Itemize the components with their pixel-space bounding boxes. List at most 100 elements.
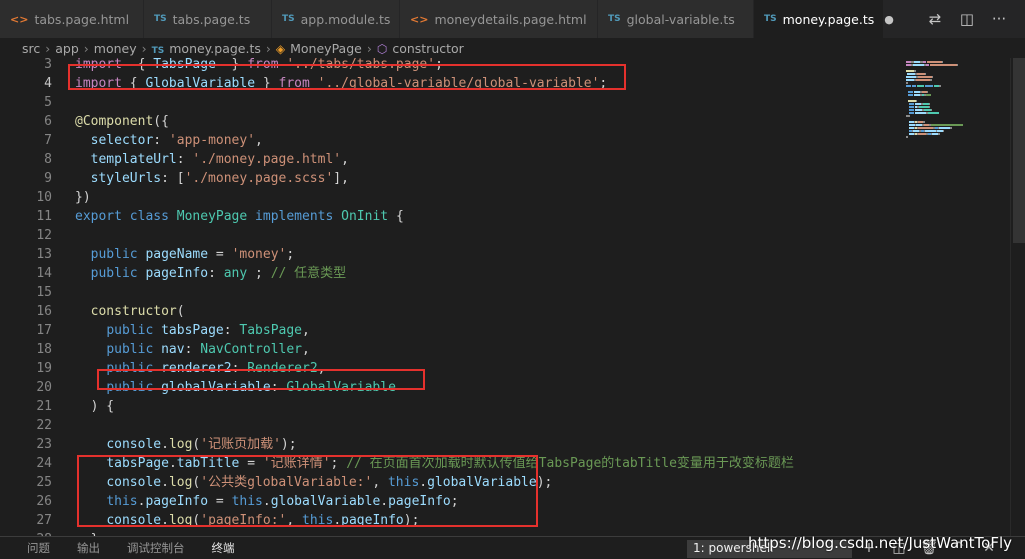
- minimap-token: [929, 103, 930, 105]
- code-line[interactable]: public pageName = 'money';: [75, 245, 295, 264]
- minimap-token: [906, 85, 911, 87]
- code-token: ({: [153, 114, 169, 129]
- minimap-token: [908, 100, 916, 102]
- code-token: ;: [247, 266, 271, 281]
- code-token: './money.page.scss': [184, 171, 334, 186]
- panel-tab-terminal[interactable]: 终端: [212, 540, 235, 556]
- editor-tab-label: moneydetails.page.html: [434, 11, 587, 27]
- code-token: styleUrls: [75, 171, 162, 186]
- minimap-token: [929, 106, 930, 108]
- code-token: TabsPage: [239, 323, 303, 338]
- minimap-token: [906, 136, 908, 138]
- code-line[interactable]: selector: 'app-money',: [75, 131, 263, 150]
- breadcrumb-item[interactable]: app: [55, 41, 79, 56]
- code-token: './money.page.html': [192, 152, 342, 167]
- minimap-token: [909, 103, 914, 105]
- minimap-token: [919, 106, 929, 108]
- minimap-token: [928, 112, 939, 114]
- line-number: 16: [36, 304, 52, 319]
- code-token: ;: [286, 247, 295, 262]
- code-token: ],: [333, 171, 349, 186]
- minimap-token: [938, 133, 940, 135]
- editor-tab[interactable]: <> tabs.page.html: [0, 0, 144, 38]
- highlight-box-constructor-param: [97, 369, 425, 390]
- code-line[interactable]: }): [75, 188, 91, 207]
- code-token: class: [129, 209, 169, 224]
- breadcrumb-item[interactable]: ⬡ constructor: [377, 41, 464, 56]
- editor-tab[interactable]: TS tabs.page.ts: [144, 0, 272, 38]
- code-token: MoneyPage: [176, 209, 248, 224]
- breadcrumb-item[interactable]: src: [22, 41, 40, 56]
- code-token: OnInit: [341, 209, 389, 224]
- code-editor[interactable]: 3 4 5 6 7 8 9 10 11 12 13 14 15 16 17 18 19 20 21 22 23 24 25 2…: [0, 58, 1025, 536]
- minimap-token: [931, 109, 932, 111]
- code-line[interactable]: @Component({: [75, 112, 169, 131]
- code-line[interactable]: public nav: NavController,: [75, 340, 310, 359]
- editor-tab[interactable]: <> moneydetails.page.html: [400, 0, 598, 38]
- line-number: 5: [44, 95, 52, 110]
- code-token: );: [536, 475, 553, 490]
- breadcrumb-label: money.page.ts: [169, 40, 261, 56]
- minimap-token: [930, 79, 932, 81]
- panel-tab-debug-console[interactable]: 调试控制台: [127, 540, 185, 556]
- minimap-token: [912, 85, 916, 87]
- minimap[interactable]: [900, 58, 1010, 536]
- code-line[interactable]: public tabsPage: TabsPage,: [75, 321, 310, 340]
- code-line[interactable]: templateUrl: './money.page.html',: [75, 150, 349, 169]
- editor-tab[interactable]: TS app.module.ts: [272, 0, 400, 38]
- code-line[interactable]: console.log('记账页加载');: [75, 435, 296, 454]
- panel-tab-problems[interactable]: 问题: [27, 540, 50, 556]
- git-compare-icon[interactable]: ⇄: [923, 10, 947, 28]
- code-line[interactable]: constructor(: [75, 302, 185, 321]
- minimap-token: [939, 127, 950, 129]
- code-token: log: [168, 437, 193, 452]
- minimap-token: [909, 112, 914, 114]
- code-token: tabsPage: [161, 323, 224, 338]
- minimap-token: [906, 76, 916, 78]
- code-line[interactable]: ) {: [75, 397, 115, 416]
- highlight-box-import: [68, 64, 626, 90]
- breadcrumb-item[interactable]: money: [94, 41, 137, 56]
- breadcrumb-item[interactable]: TS money.page.ts: [152, 41, 261, 56]
- editor-tab[interactable]: TS global-variable.ts: [598, 0, 754, 38]
- minimap-token: [939, 85, 941, 87]
- editor-tab[interactable]: TS money.page.ts ●: [754, 0, 894, 38]
- line-number: 14: [36, 266, 52, 281]
- minimap-token: [917, 85, 924, 87]
- split-editor-icon[interactable]: ◫: [955, 10, 979, 28]
- code-line[interactable]: public pageInfo: any ; // 任意类型: [75, 264, 347, 283]
- line-number: 25: [36, 475, 52, 490]
- code-line[interactable]: styleUrls: ['./money.page.scss'],: [75, 169, 349, 188]
- code-token: nav: [161, 342, 185, 357]
- code-token: public: [90, 266, 138, 281]
- breadcrumb-label: src: [22, 40, 41, 56]
- scrollbar-thumb[interactable]: [1013, 58, 1025, 243]
- editor-tab-label: tabs.page.html: [34, 11, 130, 27]
- panel-tab-output[interactable]: 输出: [77, 540, 100, 556]
- code-token: public: [106, 323, 154, 338]
- line-number: 24: [36, 456, 52, 471]
- code-token: :: [208, 266, 224, 281]
- minimap-token: [930, 64, 957, 66]
- editor-tab-label: money.page.ts: [782, 11, 875, 27]
- code-token: :: [223, 323, 240, 338]
- code-token: :: [176, 152, 193, 167]
- line-number: 13: [36, 247, 52, 262]
- minimap-token: [925, 73, 926, 75]
- minimap-token: [923, 61, 926, 63]
- unsaved-dot-icon[interactable]: ●: [884, 13, 894, 26]
- code-line[interactable]: export class MoneyPage implements OnInit…: [75, 207, 404, 226]
- typescript-file-icon: TS: [154, 14, 167, 24]
- breadcrumb-item[interactable]: ◈ MoneyPage: [276, 41, 362, 56]
- method-symbol-icon: ⬡: [376, 41, 388, 56]
- more-actions-icon[interactable]: ···: [987, 10, 1011, 28]
- minimap-token: [918, 127, 933, 129]
- minimap-token: [917, 73, 925, 75]
- highlight-box-console-logs: [77, 455, 538, 527]
